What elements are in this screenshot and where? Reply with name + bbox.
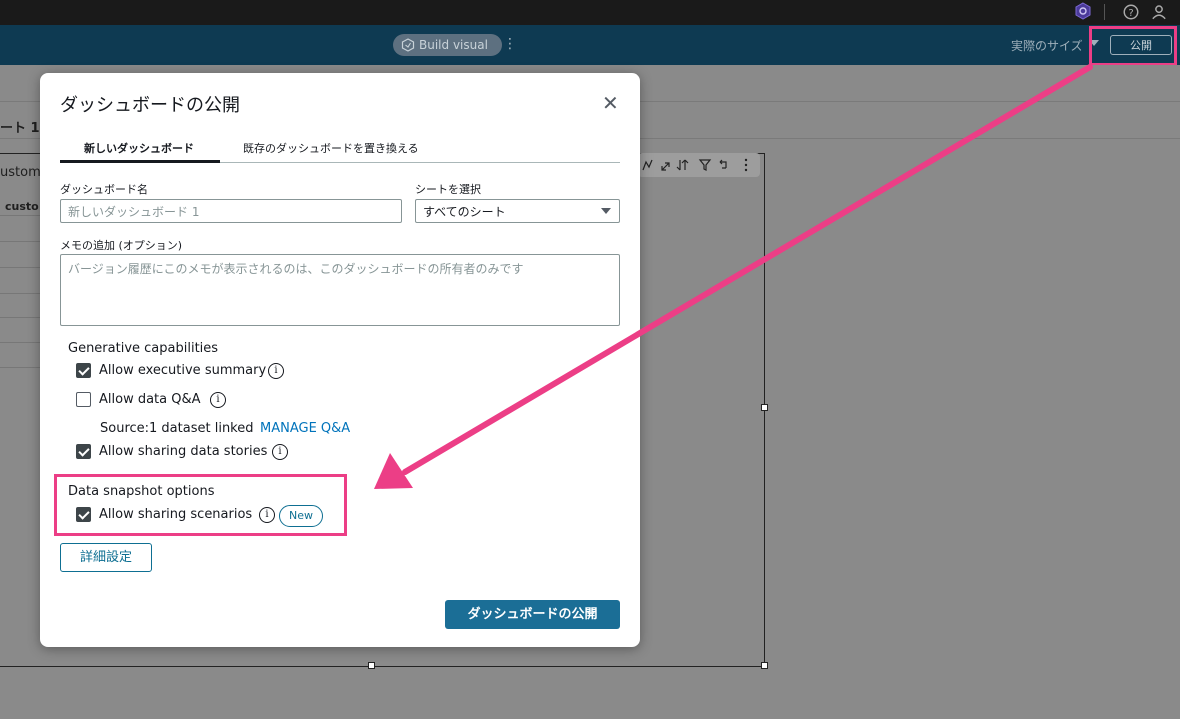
annotation-arrow: [374, 64, 1093, 489]
